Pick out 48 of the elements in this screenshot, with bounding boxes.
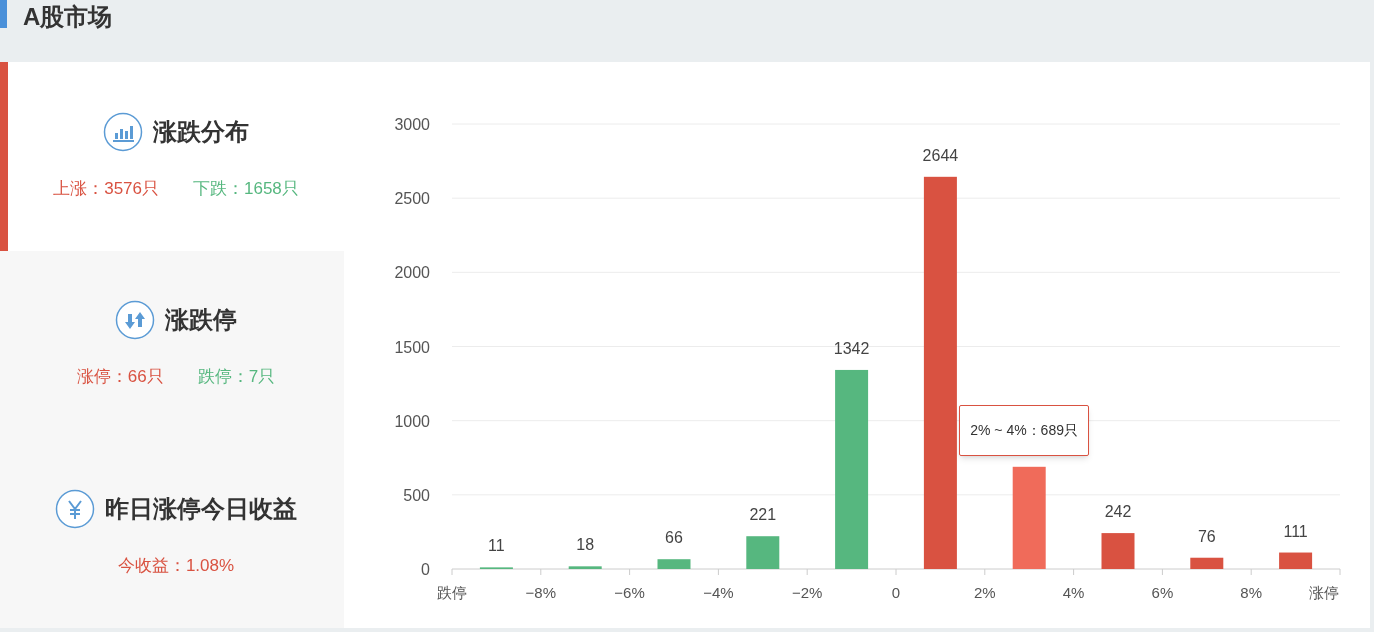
y-tick-label: 500 [403,486,430,504]
sidebar-tab[interactable]: 涨跌分布 上涨：3576只 下跌：1658只 [0,62,344,251]
bar [746,536,780,569]
y-tick-label: 3000 [394,116,430,133]
y-tick-label: 2500 [394,190,430,208]
data-label: 18 [576,536,595,554]
stat-text: 涨停：66只 [76,366,164,389]
tab-title: 涨跌停 [165,305,237,336]
bar [568,566,602,569]
data-label: 76 [1197,527,1216,545]
data-label: 11 [488,537,505,555]
tab-title: 昨日涨停今日收益 [105,493,297,524]
x-tick-label: 0 [891,584,901,601]
x-tick-label: −2% [791,584,823,601]
tooltip: 2% ~ 4%：689只 [959,404,1089,456]
data-label: 2644 [922,146,959,164]
stat-text: 下跌：1658只 [193,177,299,200]
y-tick-label: 1500 [394,338,430,356]
data-label: 1342 [833,339,870,357]
y-tick-label: 2000 [394,264,430,282]
x-tick-label: 4% [1062,584,1085,601]
y-tick-label: 0 [421,561,430,578]
x-tick-label: −4% [703,584,734,601]
bar-chart-icon [103,111,143,152]
up-down-arrows-icon [115,300,155,341]
x-tick-label: 2% [973,584,996,601]
bar [1190,557,1224,569]
data-label: 242 [1104,503,1132,521]
data-label: 66 [665,529,683,547]
x-tick-label: −6% [614,584,645,601]
section-title: A股市场 [23,2,113,32]
x-tick-label: 跌停 [437,584,467,601]
x-tick-label: −8% [525,584,557,601]
x-tick-label: 涨停 [1309,584,1339,601]
stat-text: 今收益：1.08% [117,554,235,577]
stat-text: 跌停：7只 [197,366,276,389]
x-tick-label: 8% [1240,584,1263,601]
tab-title: 涨跌分布 [153,116,249,147]
bar [1101,533,1135,569]
bar [657,559,691,569]
stat-text: 上涨：3576只 [53,177,159,200]
accent-bar [0,0,7,28]
yen-icon [55,488,95,529]
bar [1279,552,1313,569]
y-tick-label: 1000 [394,412,430,430]
data-label: 221 [749,506,777,524]
x-tick-label: 6% [1151,584,1174,601]
data-label: 111 [1283,522,1308,540]
